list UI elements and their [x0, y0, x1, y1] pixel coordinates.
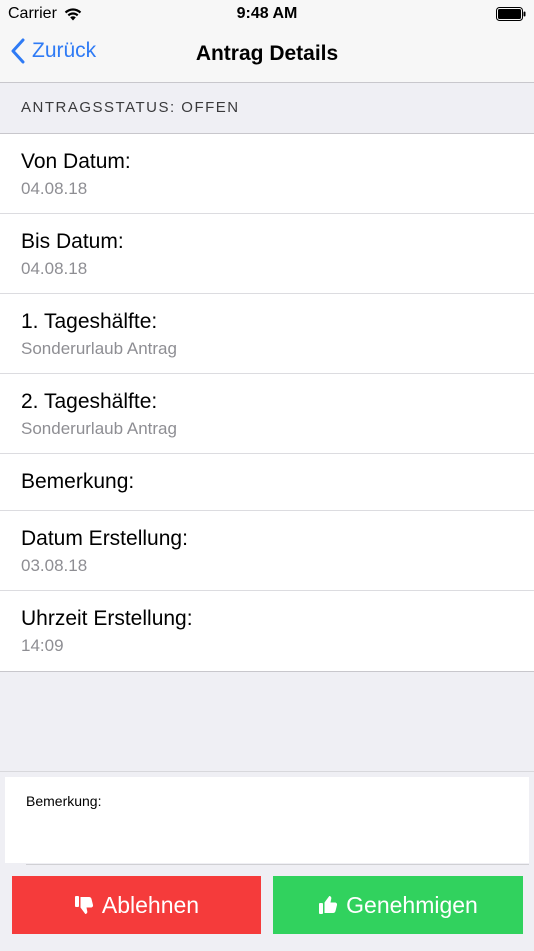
row-value: 04.08.18	[21, 259, 88, 278]
list-item-bemerkung: Bemerkung:	[0, 454, 534, 511]
request-status: ANTRAGSSTATUS: OFFEN	[21, 99, 240, 116]
list-item-von-datum: Von Datum: 04.08.18	[0, 134, 534, 214]
row-value: Sonderurlaub Antrag	[21, 419, 177, 438]
navigation-bar: Zurück Antrag Details	[0, 28, 534, 83]
battery-icon	[496, 7, 526, 21]
approve-button[interactable]: Genehmigen	[273, 876, 523, 934]
row-label: 1. Tageshälfte:	[21, 310, 158, 333]
details-list: Von Datum: 04.08.18 Bis Datum: 04.08.18 …	[0, 134, 534, 672]
thumbs-up-icon	[319, 896, 338, 914]
status-section-header: ANTRAGSSTATUS: OFFEN	[0, 83, 534, 134]
list-item-uhrzeit-erstellung: Uhrzeit Erstellung: 14:09	[0, 591, 534, 671]
page-title: Antrag Details	[195, 42, 339, 65]
row-value: 03.08.18	[21, 556, 88, 575]
thumbs-down-icon	[74, 896, 93, 914]
clock: 9:48 AM	[236, 5, 298, 22]
reject-button[interactable]: Ablehnen	[12, 876, 261, 934]
comment-panel: Bemerkung: Ablehnen Genehmigen	[0, 771, 534, 951]
reject-button-label: Ablehnen	[101, 891, 200, 918]
list-item-bis-datum: Bis Datum: 04.08.18	[0, 214, 534, 294]
approve-button-label: Genehmigen	[346, 891, 478, 918]
comment-label: Bemerkung:	[26, 793, 102, 809]
divider	[26, 864, 529, 865]
list-item-tageshaelfte-1: 1. Tageshälfte: Sonderurlaub Antrag	[0, 294, 534, 374]
list-item-datum-erstellung: Datum Erstellung: 03.08.18	[0, 511, 534, 591]
row-value: Sonderurlaub Antrag	[21, 339, 177, 358]
row-label: Bis Datum:	[21, 230, 124, 253]
row-value: 14:09	[21, 636, 64, 655]
status-bar: Carrier 9:48 AM	[0, 0, 534, 28]
row-label: Bemerkung:	[21, 470, 135, 493]
row-label: Datum Erstellung:	[21, 527, 188, 550]
comment-input[interactable]: Bemerkung:	[5, 777, 529, 863]
row-label: Von Datum:	[21, 150, 131, 173]
row-label: 2. Tageshälfte:	[21, 390, 158, 413]
row-value: 04.08.18	[21, 179, 88, 198]
list-item-tageshaelfte-2: 2. Tageshälfte: Sonderurlaub Antrag	[0, 374, 534, 454]
row-label: Uhrzeit Erstellung:	[21, 607, 193, 630]
